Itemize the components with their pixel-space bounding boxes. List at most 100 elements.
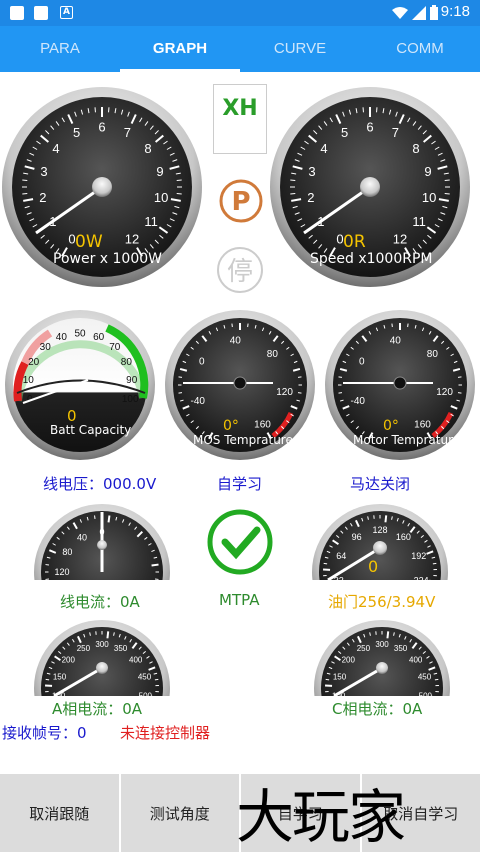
gauge-tick-label: 7 <box>392 125 399 140</box>
notification-icon <box>10 6 24 20</box>
stop-icon[interactable]: 停 <box>215 245 265 295</box>
gauge-tick-label: 9 <box>156 164 163 179</box>
gauge-tick-label: 6 <box>366 120 373 135</box>
gauge-tick-label: 8 <box>412 141 419 156</box>
motor-off-label: 马达关闭 <box>350 473 410 494</box>
tab-comm[interactable]: COMM <box>360 26 480 72</box>
svg-text:P: P <box>231 187 250 217</box>
gauge-tick-label: 400 <box>409 656 423 665</box>
gauge-tick-label: 4 <box>52 141 59 156</box>
gauge-tick-label: 11 <box>144 214 158 229</box>
gauge-tick-label: 3 <box>40 164 47 179</box>
throttle-label: 油门256/3.94V <box>328 591 435 612</box>
c-phase-current-label: C相电流：0A <box>332 698 422 719</box>
gauge-tick-label: 40 <box>390 336 402 347</box>
signal-icon <box>412 6 426 20</box>
gauge-tick-label: 5 <box>341 125 348 140</box>
a-phase-current-gauge: 050100150200250300350400450500550600 <box>32 616 172 696</box>
a-phase-current-label: A相电流：0A <box>52 698 142 719</box>
line-current-label: 线电流：0A <box>60 591 140 612</box>
gauge-tick-label: 450 <box>418 672 432 681</box>
gauge-tick-label: 96 <box>352 532 362 542</box>
line-voltage-label: 线电压：000.0V <box>43 473 156 494</box>
speed-value: 0R <box>343 232 366 252</box>
a-notification-icon: A <box>60 6 73 19</box>
gauge-tick-label: 80 <box>427 349 439 360</box>
gauge-tick-label: 6 <box>98 120 105 135</box>
connection-status: 未连接控制器 <box>120 722 210 743</box>
gauge-tick-label: 450 <box>138 672 152 681</box>
mos-value: 0° <box>223 418 239 434</box>
battery-icon <box>430 5 438 20</box>
power-unit: Power x 1000W <box>53 251 162 267</box>
motor-value: 0° <box>383 418 399 434</box>
gauge-tick-label: 120 <box>276 387 293 398</box>
watermark: 大玩家 <box>236 770 404 854</box>
gauge-tick-label: 60 <box>93 332 105 343</box>
cancel-follow-button[interactable]: 取消跟随 <box>0 774 119 852</box>
tab-curve[interactable]: CURVE <box>240 26 360 72</box>
gauge-tick-label: 30 <box>40 342 52 353</box>
gauge-tick-label: 40 <box>77 533 87 543</box>
gauge-tick-label: 224 <box>414 575 429 580</box>
needle-hub <box>360 177 380 197</box>
gauge-tick-label: 300 <box>375 640 389 649</box>
tab-para[interactable]: PARA <box>0 26 120 72</box>
gauge-tick-label: 5 <box>73 125 80 140</box>
gauge-tick-label: 200 <box>62 656 76 665</box>
gauge-tick-label: 12 <box>393 232 407 247</box>
gauge-tick-label: 10 <box>23 375 35 386</box>
throttle-gauge: 0326496128160192224256 0 <box>310 500 450 580</box>
gauge-tick-label: 10 <box>154 190 168 205</box>
gauge-tick-label: 192 <box>411 551 426 561</box>
throttle-value: 0 <box>368 557 378 576</box>
notification-icon <box>34 6 48 20</box>
gauge-tick-label: 160 <box>414 419 431 430</box>
mtpa-label: MTPA <box>219 591 259 609</box>
gauge-tick <box>387 631 388 638</box>
status-bar: A 9:18 <box>0 0 480 26</box>
gauge-tick <box>433 563 436 564</box>
gauge-tick-label: 80 <box>121 357 133 368</box>
clock: 9:18 <box>441 3 470 20</box>
gauge-tick-label: 0 <box>359 357 365 368</box>
gauge-tick-label: 90 <box>126 375 138 386</box>
wifi-icon <box>392 6 408 20</box>
gauge-tick-label: 250 <box>357 644 371 653</box>
gauge-tick-label: 150 <box>333 672 347 681</box>
gauge-tick-label: 160 <box>254 419 271 430</box>
test-angle-button[interactable]: 测试角度 <box>121 774 240 852</box>
gauge-tick-label: 0 <box>199 357 205 368</box>
gauge-tick-label: 40 <box>56 332 68 343</box>
gauge-tick <box>385 515 386 522</box>
tab-bar: PARA GRAPH CURVE COMM <box>0 26 480 72</box>
gauge-tick <box>109 515 110 522</box>
gauge-tick-label: 350 <box>394 644 408 653</box>
gauge-tick-label: 120 <box>54 567 69 577</box>
tab-graph[interactable]: GRAPH <box>120 26 240 72</box>
power-gauge: 0123456789101112 0W Power x 1000W <box>0 85 205 290</box>
power-value: 0W <box>75 232 103 252</box>
gauge-tick-label: 64 <box>336 551 346 561</box>
gauge-tick <box>152 565 159 566</box>
gauge-tick <box>435 679 438 680</box>
batt-capacity-gauge: 0102030405060708090100 0 Batt Capacity <box>3 308 158 463</box>
parking-icon[interactable]: P <box>218 178 264 224</box>
gauge-tick-label: 3 <box>308 164 315 179</box>
gauge-tick-label: 2 <box>307 190 314 205</box>
gauge-tick-label: 350 <box>114 644 128 653</box>
gauge-tick-label: 400 <box>129 656 143 665</box>
gauge-tick-label: 250 <box>77 644 91 653</box>
xh-button[interactable]: XH <box>213 84 267 154</box>
gauge-tick-label: 9 <box>424 164 431 179</box>
gauge-tick-label: 80 <box>267 349 279 360</box>
needle-hub <box>394 377 406 389</box>
self-learn-label: 自学习 <box>217 473 262 494</box>
gauge-tick-label: 300 <box>95 640 109 649</box>
gauge-tick-label: 150 <box>53 672 67 681</box>
gauge-tick-label: 8 <box>144 141 151 156</box>
gauge-tick <box>155 679 158 680</box>
gauge-tick <box>46 679 49 680</box>
gauge-tick-label: 70 <box>109 342 121 353</box>
needle-hub <box>234 377 246 389</box>
